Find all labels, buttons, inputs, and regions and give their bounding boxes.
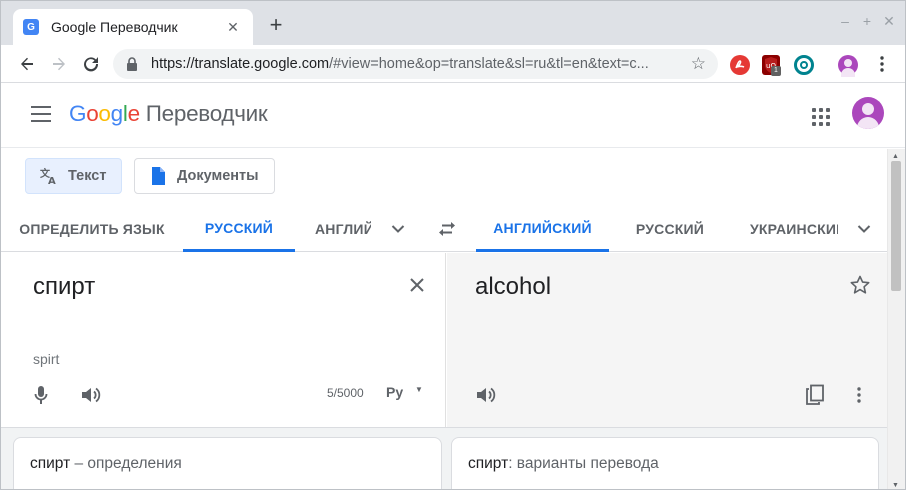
translate-icon: 文A — [40, 167, 58, 185]
target-lang-russian-tab[interactable]: РУССКИЙ — [623, 206, 717, 252]
translation-pane: alcohol — [447, 253, 887, 427]
text-mode-label: Текст — [68, 168, 107, 184]
source-text-pane: спирт spirt 5/5000 Pу ▼ — [1, 253, 446, 427]
copy-translation-icon[interactable] — [803, 383, 827, 407]
forward-arrow-icon[interactable] — [47, 53, 71, 75]
account-avatar[interactable] — [852, 97, 884, 129]
source-lang-russian-tab[interactable]: РУССКИЙ — [183, 206, 295, 252]
scroll-down-arrow-icon[interactable]: ▼ — [892, 482, 899, 489]
ublock-extension-icon[interactable]: uO 1 — [762, 55, 781, 76]
swap-languages-icon[interactable] — [436, 220, 458, 238]
translation-text: alcohol — [475, 273, 552, 300]
browser-toolbar: https://translate.google.com/#view=home&… — [1, 45, 905, 83]
scroll-up-arrow-icon[interactable]: ▲ — [892, 153, 899, 160]
documents-mode-label: Документы — [177, 168, 259, 184]
target-speaker-icon[interactable] — [474, 383, 498, 407]
tab-strip: G Google Переводчик ✕ + – + ✕ — [1, 1, 905, 45]
tab-title: Google Переводчик — [51, 19, 178, 35]
mode-bar: 文A Текст Документы — [1, 149, 887, 205]
tab-close-icon[interactable]: ✕ — [223, 19, 243, 36]
kebab-menu-icon[interactable] — [870, 53, 894, 75]
target-lang-ukrainian-tab[interactable]: УКРАИНСКИЙ — [750, 206, 838, 252]
google-apps-grid-icon[interactable] — [812, 108, 830, 126]
close-window-button[interactable]: ✕ — [881, 13, 897, 30]
browser-tab[interactable]: G Google Переводчик ✕ — [13, 9, 253, 45]
definitions-card: спирт – определения — [13, 437, 442, 489]
detect-language-tab[interactable]: ОПРЕДЕЛИТЬ ЯЗЫК — [17, 206, 167, 252]
documents-mode-button[interactable]: Документы — [134, 158, 275, 194]
maximize-button[interactable]: + — [859, 13, 875, 29]
save-translation-star-icon[interactable] — [848, 273, 872, 297]
hamburger-menu-icon[interactable] — [31, 106, 51, 122]
browser-window: G Google Переводчик ✕ + – + ✕ https://tr… — [0, 0, 906, 490]
circle-extension-icon[interactable] — [794, 55, 814, 75]
page-scrollbar[interactable]: ▲ ▼ — [887, 149, 905, 489]
profile-icon[interactable] — [838, 55, 858, 77]
source-lang-chevron-down-icon[interactable] — [389, 220, 407, 238]
lock-icon[interactable] — [125, 57, 139, 71]
definitions-card-title: – определения — [70, 455, 182, 472]
character-count: 5/5000 — [327, 386, 364, 400]
google-translate-logo[interactable]: Google Переводчик — [69, 101, 268, 127]
source-lang-english-tab[interactable]: АНГЛИЙ — [315, 206, 371, 252]
cards-area: спирт – определения спирт: варианты пере… — [1, 427, 887, 489]
address-bar[interactable]: https://translate.google.com/#view=home&… — [113, 49, 718, 79]
language-bar: ОПРЕДЕЛИТЬ ЯЗЫК РУССКИЙ АНГЛИЙ АНГЛИЙСКИ… — [1, 206, 887, 252]
adobe-extension-icon[interactable] — [730, 55, 750, 75]
source-speaker-icon[interactable] — [79, 383, 103, 407]
scrollbar-thumb[interactable] — [891, 161, 901, 291]
source-text-input[interactable]: спирт — [33, 273, 95, 301]
url-text[interactable]: https://translate.google.com/#view=home&… — [151, 56, 685, 72]
definitions-card-word: спирт — [30, 455, 71, 472]
new-tab-button[interactable]: + — [263, 14, 289, 36]
translations-card-word: спирт — [468, 455, 509, 472]
back-arrow-icon[interactable] — [15, 53, 39, 75]
text-mode-button[interactable]: 文A Текст — [25, 158, 122, 194]
clear-source-icon[interactable] — [407, 275, 427, 295]
translations-card-title: : варианты перевода — [508, 455, 659, 472]
input-tools-button[interactable]: Pу — [386, 384, 403, 400]
bookmark-star-icon[interactable]: ☆ — [691, 54, 706, 74]
document-icon — [149, 167, 167, 185]
google-translate-favicon-icon: G — [23, 19, 39, 35]
more-options-icon[interactable] — [847, 383, 871, 407]
microphone-icon[interactable] — [29, 383, 53, 407]
input-tools-caret-icon[interactable]: ▼ — [415, 385, 423, 394]
app-header: Google Переводчик — [1, 84, 905, 148]
target-lang-english-tab[interactable]: АНГЛИЙСКИЙ — [476, 206, 609, 252]
translations-card: спирт: варианты перевода — [451, 437, 879, 489]
reload-icon[interactable] — [79, 53, 103, 75]
extension-badge: 1 — [771, 66, 781, 76]
transliteration-text: spirt — [33, 351, 60, 367]
svg-text:A: A — [48, 176, 56, 185]
target-lang-chevron-down-icon[interactable] — [855, 220, 873, 238]
minimize-button[interactable]: – — [837, 13, 853, 29]
